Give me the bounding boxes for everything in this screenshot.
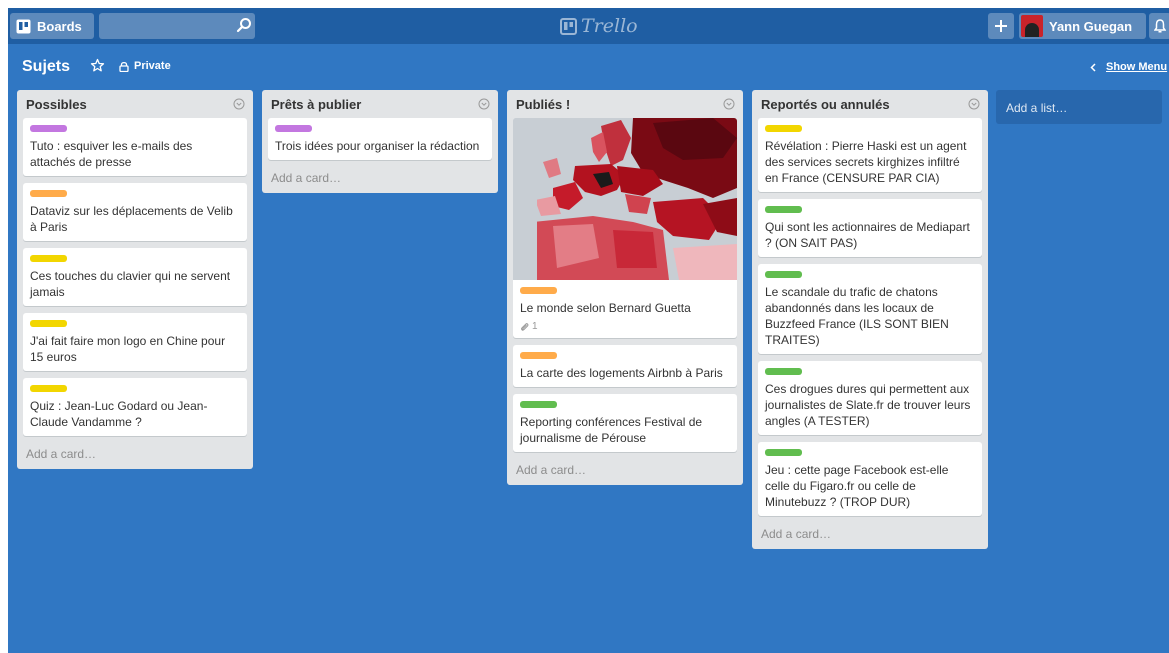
card-title: Révélation : Pierre Haski est un agent d…: [765, 139, 967, 185]
choropleth-map-image: [513, 118, 737, 280]
show-menu-label: Show Menu: [1106, 61, 1168, 73]
card[interactable]: Jeu : cette page Facebook est-elle celle…: [758, 442, 982, 516]
card-label: [765, 125, 802, 132]
boards-icon: [16, 19, 31, 33]
list-menu-icon[interactable]: [233, 98, 245, 110]
card-label: [520, 401, 557, 408]
board-canvas: Boards Trello Yann Guegan Sujets Private…: [8, 8, 1169, 653]
card[interactable]: Qui sont les actionnaires de Mediapart ?…: [758, 199, 982, 257]
list-title: Publiés !: [516, 96, 571, 112]
card-label: [275, 125, 312, 132]
card[interactable]: Tuto : esquiver les e-mails des attachés…: [23, 118, 247, 176]
card-title: Ces touches du clavier qui ne servent ja…: [30, 269, 231, 299]
visibility-label: Private: [134, 60, 171, 72]
card[interactable]: Le monde selon Bernard Guetta 1: [513, 118, 737, 338]
list-title: Possibles: [26, 96, 87, 112]
list-reportes-ou-annules: Reportés ou annulés Révélation : Pierre …: [752, 90, 988, 549]
add-list-button[interactable]: Add a list…: [996, 90, 1162, 124]
card[interactable]: La carte des logements Airbnb à Paris: [513, 345, 737, 387]
board-title[interactable]: Sujets: [22, 58, 70, 76]
bell-icon: [1154, 19, 1166, 33]
card-cover-image: [513, 118, 737, 280]
card[interactable]: Révélation : Pierre Haski est un agent d…: [758, 118, 982, 192]
card-label: [30, 255, 67, 262]
card-title: Reporting conférences Festival de journa…: [520, 415, 703, 445]
card[interactable]: Ces touches du clavier qui ne servent ja…: [23, 248, 247, 306]
card-title: Le monde selon Bernard Guetta: [520, 301, 691, 315]
card-title: J'ai fait faire mon logo en Chine pour 1…: [30, 334, 226, 364]
list-menu-icon[interactable]: [723, 98, 735, 110]
trello-logo-text: Trello: [581, 15, 638, 37]
card-title: Tuto : esquiver les e-mails des attachés…: [30, 139, 193, 169]
card-title: La carte des logements Airbnb à Paris: [520, 366, 723, 380]
card-title: Le scandale du trafic de chatons abandon…: [765, 285, 949, 347]
card-title: Quiz : Jean-Luc Godard ou Jean-Claude Va…: [30, 399, 208, 429]
list-prets-a-publier: Prêts à publier Trois idées pour organis…: [262, 90, 498, 193]
add-card-button[interactable]: Add a card…: [268, 167, 492, 187]
attachment-count: 1: [532, 321, 538, 332]
card-label: [30, 385, 67, 392]
plus-icon: [995, 20, 1007, 32]
list-header[interactable]: Publiés !: [513, 90, 737, 118]
paperclip-icon: [521, 322, 529, 331]
card-label: [30, 320, 67, 327]
notifications-button[interactable]: [1149, 13, 1169, 39]
card-label: [30, 125, 67, 132]
list-menu-icon[interactable]: [478, 98, 490, 110]
trello-logo-icon: [560, 17, 577, 35]
add-card-button[interactable]: Add a card…: [513, 459, 737, 479]
add-card-button[interactable]: Add a card…: [758, 523, 982, 543]
add-card-button[interactable]: Add a card…: [23, 443, 247, 463]
boards-button[interactable]: Boards: [10, 13, 94, 39]
lock-icon: [119, 61, 129, 72]
card-label: [765, 206, 802, 213]
user-menu-button[interactable]: Yann Guegan: [1019, 13, 1146, 39]
card[interactable]: Trois idées pour organiser la rédaction: [268, 118, 492, 160]
search-input[interactable]: [99, 13, 255, 39]
list-header[interactable]: Reportés ou annulés: [758, 90, 982, 118]
card-label: [520, 352, 557, 359]
card-title: Jeu : cette page Facebook est-elle celle…: [765, 463, 949, 509]
attachment-badge: 1: [520, 321, 730, 332]
card-title: Ces drogues dures qui permettent aux jou…: [765, 382, 971, 428]
list-menu-icon[interactable]: [968, 98, 980, 110]
user-name: Yann Guegan: [1049, 18, 1133, 34]
show-menu-link[interactable]: Show Menu: [1090, 61, 1167, 73]
avatar: [1021, 15, 1043, 37]
create-button[interactable]: [988, 13, 1014, 39]
list-title: Prêts à publier: [271, 96, 362, 112]
top-navigation-bar: Boards Trello Yann Guegan: [8, 8, 1169, 44]
list-publies: Publiés ! Le monde selon Bernard Guetta …: [507, 90, 743, 485]
card-label: [765, 449, 802, 456]
card-label: [30, 190, 67, 197]
card[interactable]: Ces drogues dures qui permettent aux jou…: [758, 361, 982, 435]
card-label: [520, 287, 557, 294]
search-icon[interactable]: [236, 17, 252, 33]
card[interactable]: Quiz : Jean-Luc Godard ou Jean-Claude Va…: [23, 378, 247, 436]
card-label: [765, 271, 802, 278]
card[interactable]: Reporting conférences Festival de journa…: [513, 394, 737, 452]
list-title: Reportés ou annulés: [761, 96, 890, 112]
card-title: Dataviz sur les déplacements de Velib à …: [30, 204, 233, 234]
chevron-left-icon: [1090, 62, 1096, 72]
star-icon[interactable]: [90, 58, 105, 73]
card[interactable]: Dataviz sur les déplacements de Velib à …: [23, 183, 247, 241]
card[interactable]: Le scandale du trafic de chatons abandon…: [758, 264, 982, 354]
list-header[interactable]: Possibles: [23, 90, 247, 118]
list-header[interactable]: Prêts à publier: [268, 90, 492, 118]
boards-button-label: Boards: [37, 18, 82, 34]
card-title: Trois idées pour organiser la rédaction: [275, 139, 480, 153]
card[interactable]: J'ai fait faire mon logo en Chine pour 1…: [23, 313, 247, 371]
list-possibles: Possibles Tuto : esquiver les e-mails de…: [17, 90, 253, 469]
card-label: [765, 368, 802, 375]
board-visibility-button[interactable]: Private: [119, 60, 171, 72]
trello-logo[interactable]: Trello: [560, 15, 638, 37]
card-title: Qui sont les actionnaires de Mediapart ?…: [765, 220, 970, 250]
